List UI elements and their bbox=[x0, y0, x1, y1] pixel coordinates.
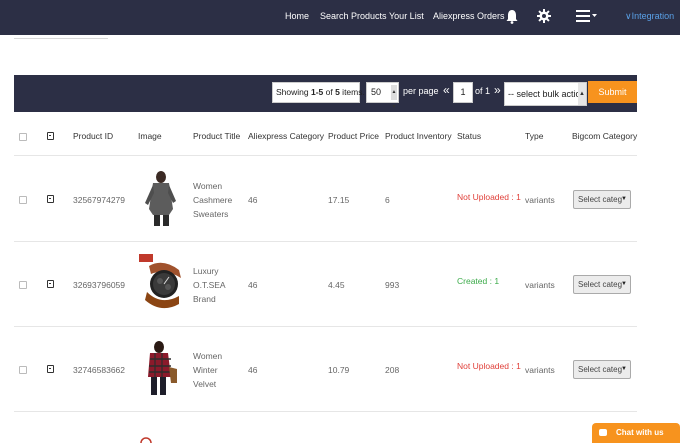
product-type: variants bbox=[525, 365, 555, 375]
bigcom-category-select[interactable]: Select categ ▼ bbox=[573, 275, 631, 294]
bigcom-category-select[interactable]: Select categ ▼ bbox=[573, 360, 631, 379]
items-count-label: Showing 1-5 of 5 items. bbox=[272, 82, 365, 103]
file-icon[interactable] bbox=[47, 195, 54, 203]
bulk-action-select[interactable]: -- select bulk actio▲▼ bbox=[504, 82, 587, 106]
nav-search-products-link[interactable]: Search Products bbox=[320, 11, 387, 21]
product-inventory: 993 bbox=[385, 280, 400, 290]
caret-down-icon: ▼ bbox=[621, 281, 627, 287]
status-badge: Created : 1 bbox=[457, 276, 500, 286]
aliexpress-category: 46 bbox=[248, 280, 258, 290]
bell-icon[interactable] bbox=[506, 9, 518, 24]
caret-down-icon: ▼ bbox=[621, 196, 627, 202]
watch-image bbox=[139, 254, 185, 312]
per-page-label: per page bbox=[403, 86, 439, 96]
file-icon[interactable] bbox=[47, 280, 54, 288]
items-range: 1-5 bbox=[310, 87, 324, 97]
page-count-label: of 1 bbox=[475, 86, 491, 96]
product-title: Women Winter Velvet bbox=[193, 351, 223, 389]
next-row-image bbox=[140, 437, 152, 443]
file-icon[interactable] bbox=[47, 365, 54, 373]
select-all-checkbox[interactable] bbox=[19, 133, 27, 141]
product-type: variants bbox=[525, 280, 555, 290]
caret-down-icon: ▼ bbox=[621, 366, 627, 372]
product-type: variants bbox=[525, 195, 555, 205]
product-inventory: 208 bbox=[385, 365, 400, 375]
hamburger-menu-icon[interactable] bbox=[576, 9, 598, 23]
nav-aliexpress-orders-link[interactable]: Aliexpress Orders bbox=[433, 11, 505, 21]
nav-home-link[interactable]: Home bbox=[285, 11, 309, 21]
product-id: 32567974279 bbox=[73, 195, 126, 205]
gear-icon[interactable] bbox=[537, 9, 551, 23]
product-title: Luxury O.T.SEA Brand bbox=[193, 266, 226, 304]
chat-label: Chat with us bbox=[616, 428, 664, 437]
column-header-image: Image bbox=[138, 131, 162, 141]
submit-button[interactable]: Submit bbox=[588, 81, 637, 103]
row-checkbox[interactable] bbox=[19, 196, 27, 204]
sweater-image bbox=[139, 169, 185, 227]
product-title: Women Cashmere Sweaters bbox=[193, 181, 233, 219]
integration-dropdown[interactable]: ∨Integration bbox=[625, 11, 674, 22]
per-page-select[interactable]: 50 ▲ ▼ bbox=[366, 82, 399, 110]
product-price: 10.79 bbox=[328, 365, 350, 375]
aliexpress-category: 46 bbox=[248, 195, 258, 205]
product-price: 4.45 bbox=[328, 280, 345, 290]
last-page-button[interactable]: » bbox=[494, 83, 501, 97]
file-icon bbox=[47, 132, 54, 140]
column-header-product-title[interactable]: Product Title bbox=[193, 131, 240, 141]
product-id: 32693796059 bbox=[73, 280, 126, 290]
product-id: 32746583662 bbox=[73, 365, 126, 375]
column-header-product-id[interactable]: Product ID bbox=[73, 131, 113, 141]
status-badge: Not Uploaded : 1 bbox=[457, 192, 521, 202]
spinner-arrows-icon: ▲ ▼ bbox=[391, 85, 397, 110]
column-header-aliexpress-category[interactable]: Aliexpress Category bbox=[248, 131, 324, 141]
row-checkbox[interactable] bbox=[19, 281, 27, 289]
bigcom-category-select[interactable]: Select categ ▼ bbox=[573, 190, 631, 209]
top-navbar: Home Search Products Your List Aliexpres… bbox=[0, 0, 680, 35]
first-page-button[interactable]: « bbox=[443, 83, 450, 97]
product-price: 17.15 bbox=[328, 195, 350, 205]
nav-your-list-link[interactable]: Your List bbox=[389, 11, 424, 21]
column-header-product-inventory[interactable]: Product Inventory bbox=[385, 131, 452, 141]
product-inventory: 6 bbox=[385, 195, 390, 205]
chevron-down-icon: ▲▼ bbox=[578, 83, 586, 105]
aliexpress-category: 46 bbox=[248, 365, 258, 375]
row-checkbox[interactable] bbox=[19, 366, 27, 374]
column-header-type[interactable]: Type bbox=[525, 131, 543, 141]
column-header-bigcom-category[interactable]: Bigcom Category bbox=[572, 131, 637, 141]
chat-with-us-button[interactable]: Chat with us bbox=[592, 423, 680, 443]
chat-bubble-icon bbox=[599, 429, 607, 436]
page-number-input[interactable]: 1 bbox=[453, 82, 473, 103]
column-header-status[interactable]: Status bbox=[457, 131, 481, 141]
status-badge: Not Uploaded : 1 bbox=[457, 361, 521, 371]
column-header-product-price[interactable]: Product Price bbox=[328, 131, 379, 141]
plaid-shirt-image bbox=[139, 339, 185, 397]
tab-underline bbox=[14, 36, 108, 39]
